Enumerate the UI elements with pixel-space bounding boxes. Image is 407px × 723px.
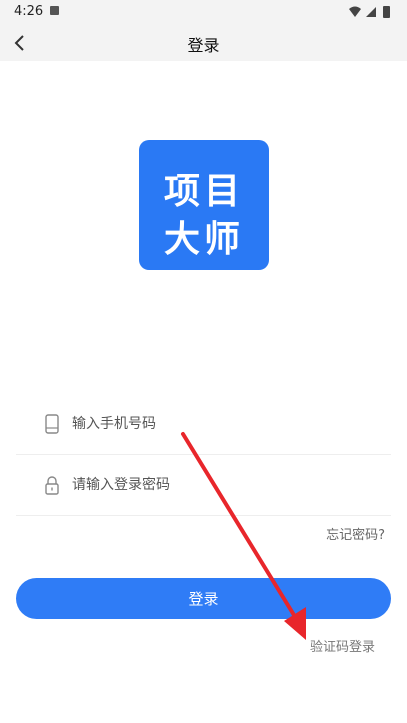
status-icons <box>349 6 390 18</box>
app-logo: 项目 大师 <box>139 140 269 270</box>
title-bar: 登录 <box>0 24 407 61</box>
password-input[interactable] <box>72 467 372 503</box>
phone-input[interactable] <box>72 406 372 442</box>
battery-icon <box>383 6 390 18</box>
logo-text-line2: 大师 <box>163 219 244 260</box>
wifi-icon <box>349 6 361 17</box>
sms-login-link[interactable]: 验证码登录 <box>310 636 375 655</box>
signal-icon <box>366 7 376 17</box>
notification-icon <box>50 6 59 15</box>
phone-field-row <box>16 394 391 455</box>
login-button[interactable]: 登录 <box>16 578 391 619</box>
status-bar: 4:26 <box>0 0 407 24</box>
status-time: 4:26 <box>14 4 44 19</box>
page-title: 登录 <box>187 36 220 55</box>
forgot-password-link[interactable]: 忘记密码? <box>326 524 385 543</box>
logo-text-line1: 项目 <box>163 171 244 212</box>
password-field-row <box>16 455 391 516</box>
phone-icon <box>45 414 59 434</box>
lock-icon <box>45 476 59 495</box>
